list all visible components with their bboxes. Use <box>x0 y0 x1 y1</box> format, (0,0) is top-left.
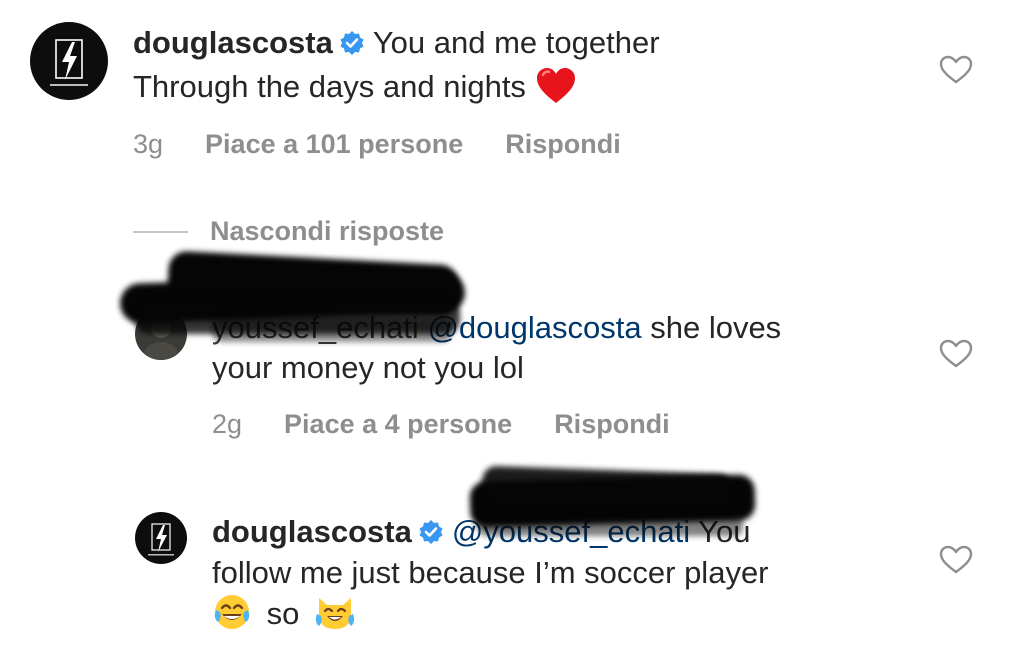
like-heart-icon[interactable] <box>939 55 973 85</box>
comment-3-text-2: follow me just because I’m soccer player <box>212 555 769 590</box>
comment-2-meta: 2g Piace a 4 persone Rispondi <box>212 409 670 440</box>
comment-3-line-3: so <box>212 592 356 644</box>
lightning-logo-icon <box>50 39 88 86</box>
verified-badge-icon <box>339 24 365 68</box>
comment-1-time: 3g <box>133 129 164 159</box>
comment-2-text: she loves <box>650 310 782 345</box>
redaction-mark <box>478 514 743 536</box>
cat-with-tears-of-joy-icon <box>314 592 356 644</box>
comment-3-line-2: follow me just because I’m soccer player <box>212 551 769 595</box>
hide-replies-toggle[interactable]: Nascondi risposte <box>133 216 444 247</box>
comment-1-likes-link[interactable]: Piace a 101 persone <box>205 129 463 160</box>
thread-divider <box>133 230 188 233</box>
comment-2-time: 2g <box>212 409 243 439</box>
comment-1-line-2: Through the days and nights <box>133 65 577 117</box>
comment-1-text: You and me together <box>372 25 660 60</box>
comment-1-meta: 3g Piace a 101 persone Rispondi <box>133 129 621 160</box>
comment-1-line-1: douglascosta You and me together <box>133 21 660 68</box>
comment-2-line-2: your money not you lol <box>212 346 524 390</box>
comment-3-text-3: so <box>266 596 300 631</box>
comment-2-text-2: your money not you lol <box>212 350 524 385</box>
like-heart-icon[interactable] <box>939 339 973 369</box>
like-heart-icon[interactable] <box>939 545 973 575</box>
comment-2-likes-link[interactable]: Piace a 4 persone <box>284 409 512 440</box>
avatar-douglascosta[interactable] <box>135 512 187 564</box>
avatar-douglascosta[interactable] <box>30 22 108 100</box>
comment-1-username[interactable]: douglascosta <box>133 25 333 60</box>
comment-3-username[interactable]: douglascosta <box>212 514 412 549</box>
comment-1-text-2: Through the days and nights <box>133 69 526 104</box>
comment-2-reply-button[interactable]: Rispondi <box>554 409 670 440</box>
hide-replies-label[interactable]: Nascondi risposte <box>210 216 444 247</box>
red-heart-emoji-icon <box>535 67 577 117</box>
face-with-tears-of-joy-icon <box>212 592 252 644</box>
redaction-mark <box>212 316 452 342</box>
comment-1-reply-button[interactable]: Rispondi <box>505 129 621 160</box>
lightning-logo-icon <box>148 523 174 556</box>
